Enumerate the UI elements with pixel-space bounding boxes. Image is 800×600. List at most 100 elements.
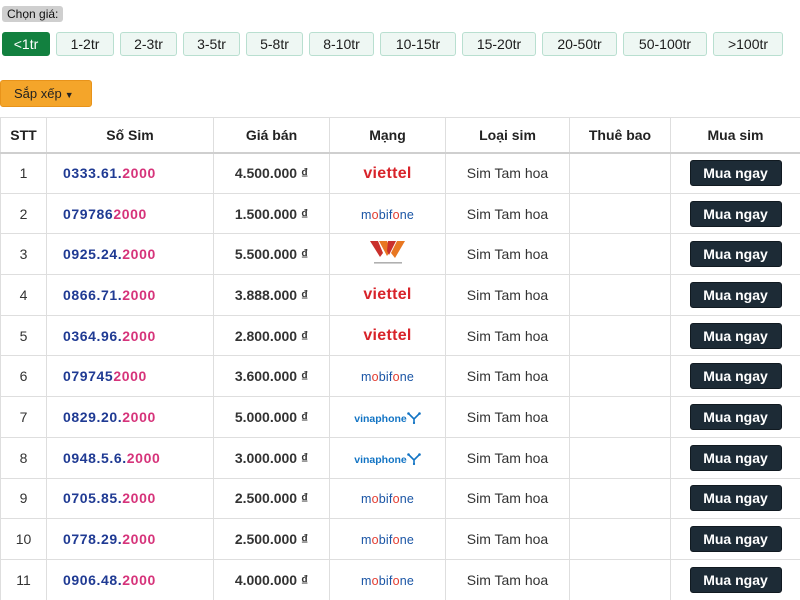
sim-number[interactable]: 0797862000 — [46, 192, 214, 235]
sim-price: 2.500.000 ₫ — [213, 477, 330, 520]
sim-number[interactable]: 0866.71.2000 — [46, 274, 214, 316]
buy-cell: Mua ngay — [670, 314, 800, 357]
vinaphone-logo-text: vinaphone — [354, 453, 407, 466]
sim-type: Sim Tam hoa — [445, 355, 570, 398]
sim-price: 1.500.000 ₫ — [213, 192, 330, 235]
sim-type: Sim Tam hoa — [445, 396, 570, 438]
sim-number-suffix: 2000 — [122, 165, 156, 182]
network-cell: mobifone — [329, 558, 446, 600]
table-row: 9 0705.85.2000 2.500.000 ₫ mobifone Sim … — [0, 477, 800, 520]
sim-number-suffix: 2000 — [113, 205, 147, 222]
network-cell: mobifone — [329, 518, 446, 560]
buy-now-button[interactable]: Mua ngay — [689, 403, 782, 430]
buy-now-button[interactable]: Mua ngay — [689, 526, 782, 553]
sim-number[interactable]: 0906.48.2000 — [46, 558, 214, 600]
header-buy: Mua sim — [670, 117, 800, 154]
subscription-cell — [569, 518, 671, 560]
vinaphone-logo-text: vinaphone — [354, 412, 407, 425]
sim-number[interactable]: 0778.29.2000 — [46, 518, 214, 560]
network-cell: viettel — [329, 152, 446, 194]
sim-type: Sim Tam hoa — [445, 152, 570, 194]
buy-cell: Mua ngay — [670, 436, 800, 479]
sim-number-prefix: 0333.61. — [63, 165, 123, 182]
sim-number[interactable]: 0948.5.6.2000 — [46, 436, 214, 479]
sim-price: 3.000.000 ₫ — [213, 436, 330, 479]
subscription-cell — [569, 233, 671, 276]
sim-number[interactable]: 0797452000 — [46, 355, 214, 398]
buy-now-button[interactable]: Mua ngay — [689, 241, 782, 268]
sim-number[interactable]: 0364.96.2000 — [46, 314, 214, 357]
sim-number-suffix: 2000 — [122, 327, 156, 344]
row-stt: 6 — [0, 355, 47, 398]
buy-now-button[interactable]: Mua ngay — [689, 322, 782, 349]
sim-number-prefix: 0906.48. — [63, 571, 123, 588]
table-row: 1 0333.61.2000 4.500.000 ₫ viettel Sim T… — [0, 152, 800, 194]
sim-number-suffix: 2000 — [122, 490, 156, 507]
filter-50-100tr[interactable]: 50-100tr — [623, 32, 707, 56]
row-stt: 7 — [0, 396, 47, 438]
sim-number-suffix: 2000 — [122, 571, 156, 588]
buy-now-button[interactable]: Mua ngay — [689, 485, 782, 512]
sort-button[interactable]: Sắp xếp ▼ — [0, 80, 92, 107]
sim-number-prefix: 0364.96. — [63, 327, 123, 344]
buy-cell: Mua ngay — [670, 152, 800, 194]
subscription-cell — [569, 152, 671, 194]
sim-number-prefix: 0705.85. — [63, 490, 123, 507]
filter-20-50tr[interactable]: 20-50tr — [542, 32, 617, 56]
header-sim-number: Số Sim — [46, 117, 214, 154]
filter-5-8tr[interactable]: 5-8tr — [246, 32, 303, 56]
row-stt: 8 — [0, 436, 47, 479]
filter-8-10tr[interactable]: 8-10tr — [309, 32, 374, 56]
row-stt: 11 — [0, 558, 47, 600]
table-row: 7 0829.20.2000 5.000.000 ₫ vinaphone Sim… — [0, 396, 800, 438]
sim-price: 2.800.000 ₫ — [213, 314, 330, 357]
table-row: 4 0866.71.2000 3.888.000 ₫ viettel Sim T… — [0, 274, 800, 316]
sim-price: 4.000.000 ₫ — [213, 558, 330, 600]
sim-number-suffix: 2000 — [113, 368, 147, 385]
sim-number-suffix: 2000 — [126, 449, 161, 466]
mobifone-logo-icon: mobifone — [360, 533, 415, 548]
sim-type: Sim Tam hoa — [445, 518, 570, 560]
buy-now-button[interactable]: Mua ngay — [689, 200, 782, 227]
filter-10-15tr[interactable]: 10-15tr — [380, 32, 456, 56]
sim-number[interactable]: 0333.61.2000 — [46, 152, 214, 194]
sim-number[interactable]: 0925.24.2000 — [46, 233, 214, 276]
buy-cell: Mua ngay — [670, 192, 800, 235]
buy-now-button[interactable]: Mua ngay — [689, 444, 782, 471]
header-subscription: Thuê bao — [569, 117, 671, 154]
buy-now-button[interactable]: Mua ngay — [689, 160, 782, 187]
subscription-cell — [569, 396, 671, 438]
subscription-cell — [569, 558, 671, 600]
table-row: 6 0797452000 3.600.000 ₫ mobifone Sim Ta… — [0, 355, 800, 398]
header-network: Mạng — [329, 117, 446, 154]
sim-number-suffix: 2000 — [122, 246, 156, 263]
network-cell: vinaphone — [329, 436, 446, 479]
filter-3-5tr[interactable]: 3-5tr — [183, 32, 240, 56]
filter-15-20tr[interactable]: 15-20tr — [462, 32, 536, 56]
sim-table: STT Số Sim Giá bán Mạng Loại sim Thuê ba… — [0, 117, 800, 600]
price-filter-label: Chọn giá: — [2, 6, 64, 22]
sim-type: Sim Tam hoa — [445, 314, 570, 357]
sim-number-prefix: 0829.20. — [63, 408, 123, 425]
filter-over-100tr[interactable]: >100tr — [713, 32, 783, 56]
subscription-cell — [569, 314, 671, 357]
sim-number[interactable]: 0705.85.2000 — [46, 477, 214, 520]
filter-under-1tr[interactable]: <1tr — [2, 32, 50, 56]
sim-type: Sim Tam hoa — [445, 477, 570, 520]
sim-price: 2.500.000 ₫ — [213, 518, 330, 560]
row-stt: 9 — [0, 477, 47, 520]
mobifone-logo-icon: mobifone — [360, 207, 415, 222]
buy-now-button[interactable]: Mua ngay — [689, 363, 782, 390]
buy-now-button[interactable]: Mua ngay — [689, 281, 782, 308]
sim-number[interactable]: 0829.20.2000 — [46, 396, 214, 438]
filter-1-2tr[interactable]: 1-2tr — [56, 32, 114, 56]
viettel-logo-icon: viettel — [363, 327, 412, 345]
buy-now-button[interactable]: Mua ngay — [689, 566, 782, 593]
mobifone-logo-icon: mobifone — [360, 492, 415, 507]
sim-type: Sim Tam hoa — [445, 233, 570, 276]
subscription-cell — [569, 436, 671, 479]
sim-price: 4.500.000 ₫ — [213, 152, 330, 194]
table-row: 2 0797862000 1.500.000 ₫ mobifone Sim Ta… — [0, 192, 800, 235]
sim-number-prefix: 0866.71. — [63, 286, 123, 303]
filter-2-3tr[interactable]: 2-3tr — [120, 32, 177, 56]
